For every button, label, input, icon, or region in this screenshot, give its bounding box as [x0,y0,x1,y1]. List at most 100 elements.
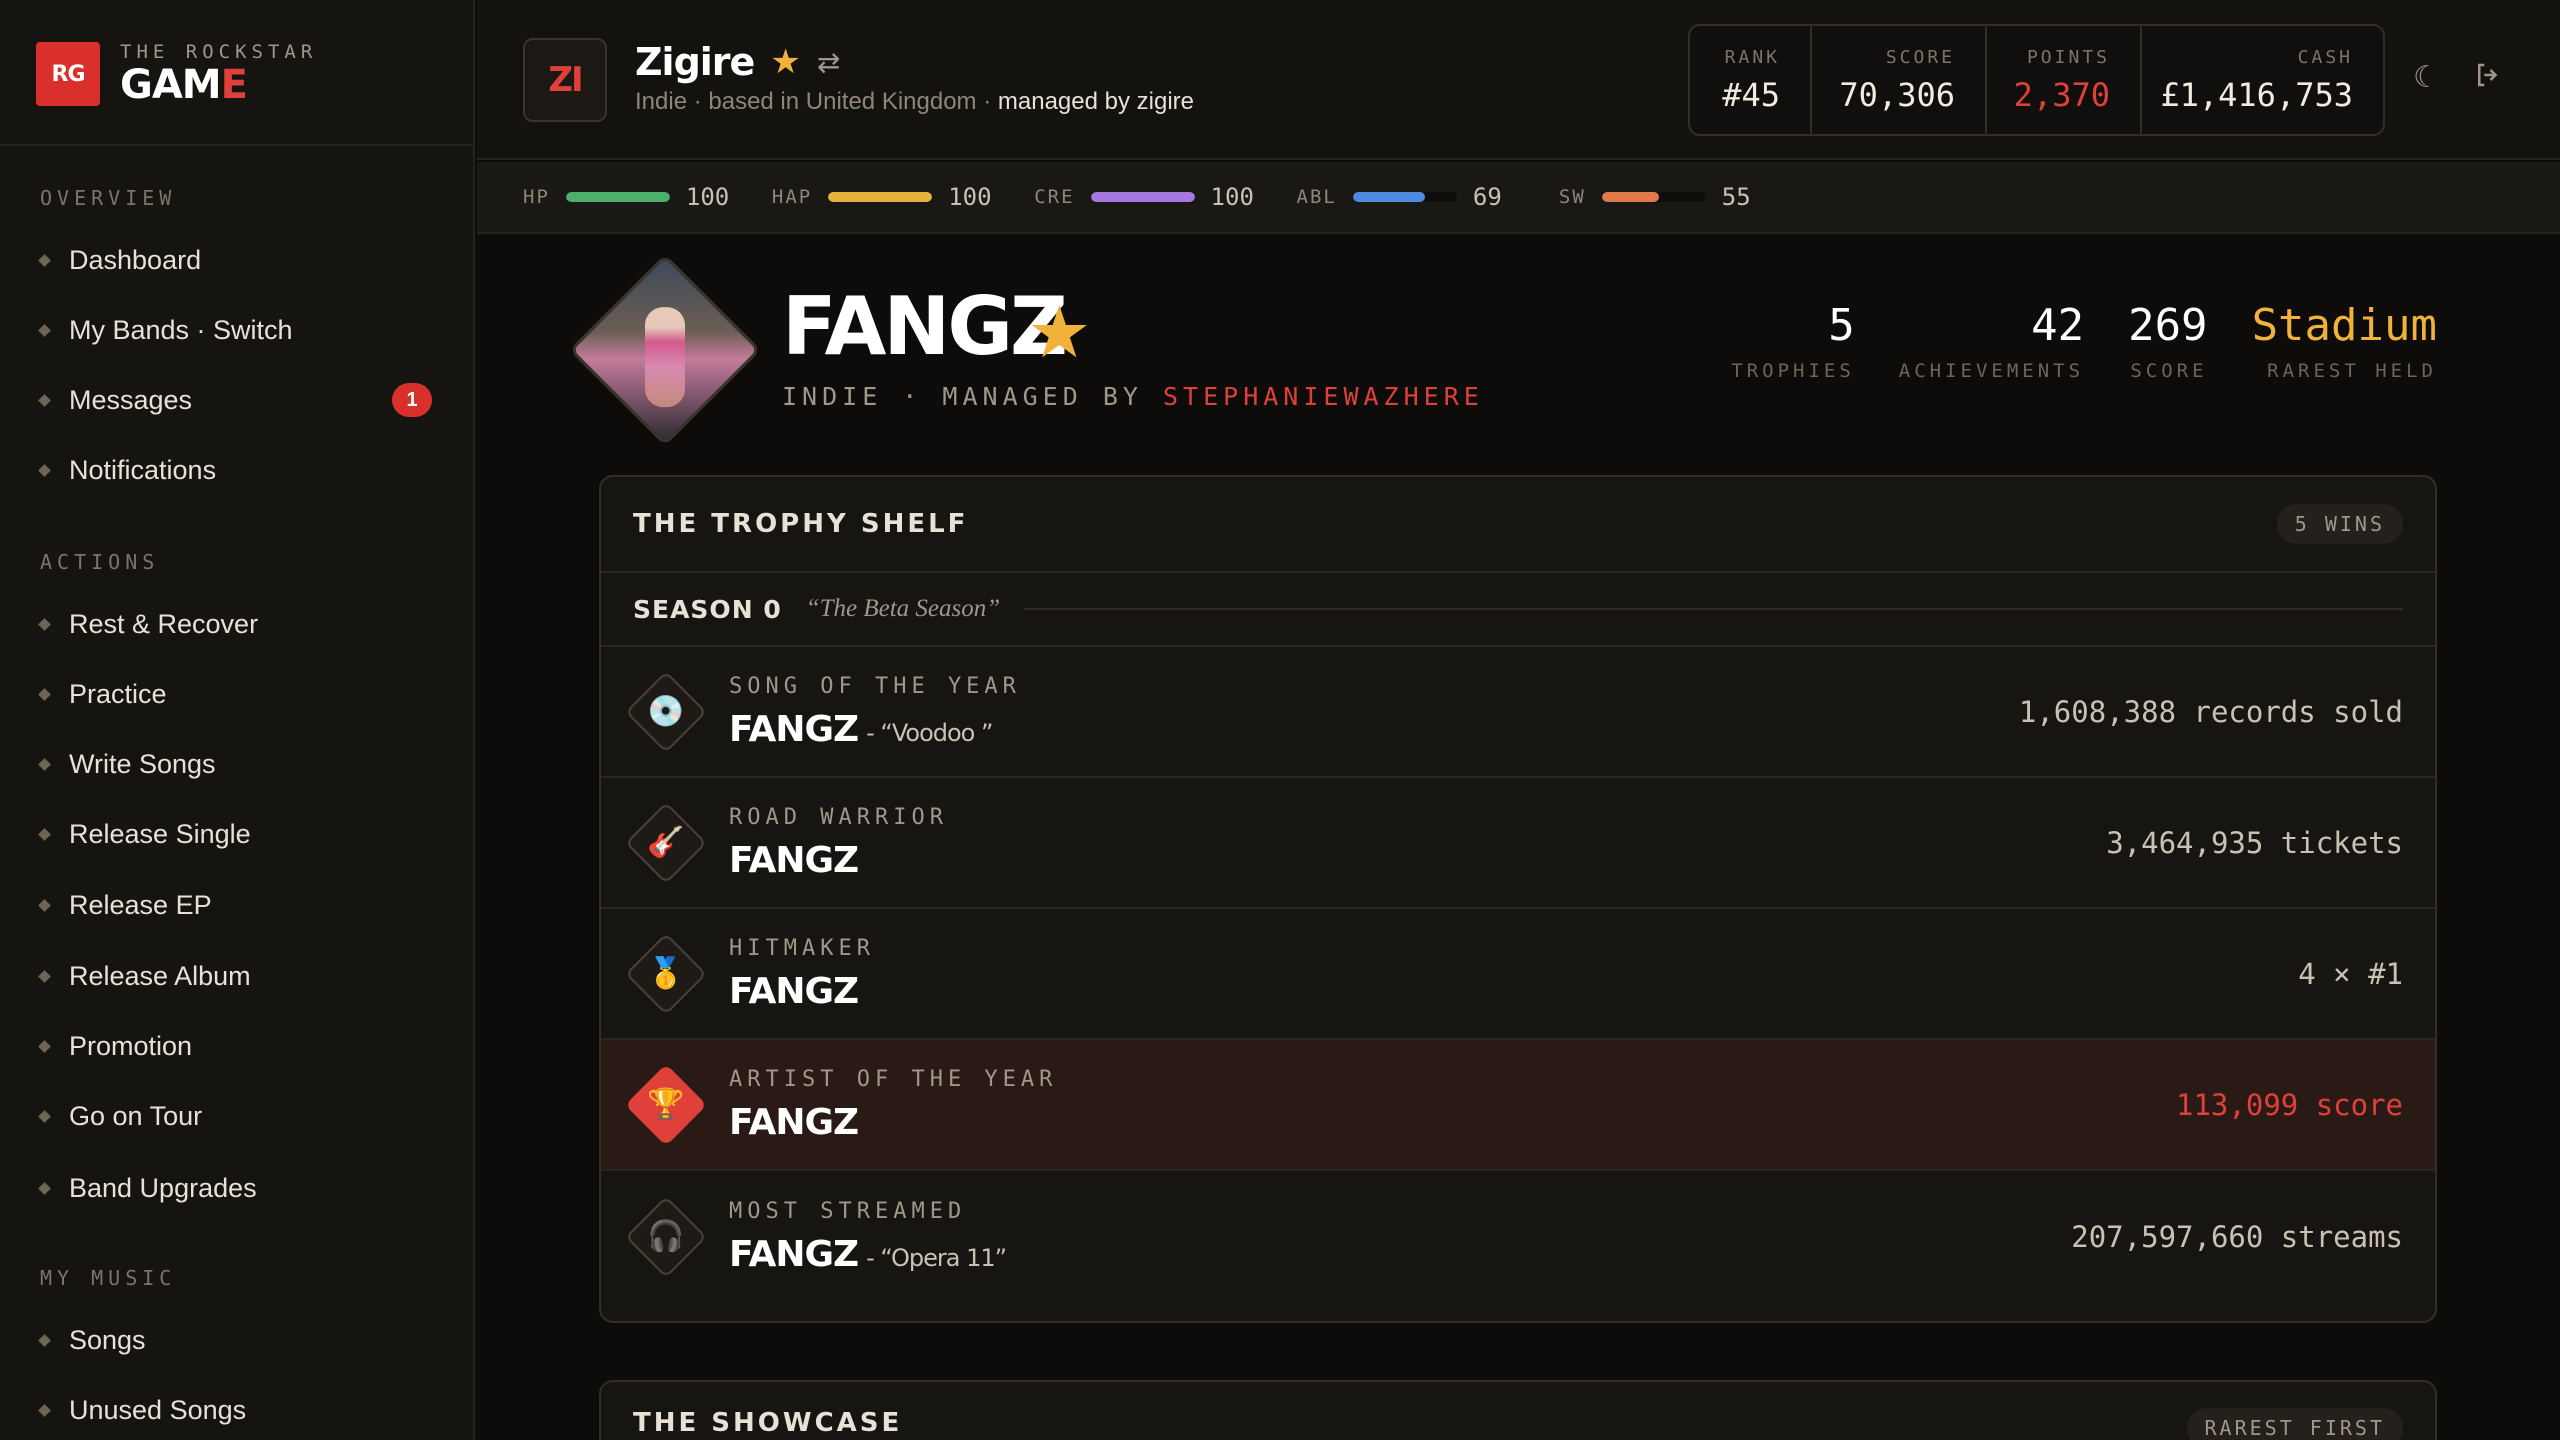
band-subtitle: Indie · based in United Kingdom · manage… [635,88,1194,115]
brand[interactable]: RG THE ROCKSTAR GAME [36,41,318,108]
guitar-icon: 🎸 [624,801,708,884]
switch-icon[interactable]: ⇄ [817,46,840,79]
band-manager: managed by zigire [997,88,1194,115]
bullet-icon [38,393,51,407]
moon-icon[interactable]: ☾ [2413,60,2440,95]
bullet-icon [38,757,51,771]
trophy-category: ROAD WARRIOR [729,804,948,830]
trophy-row[interactable]: 🎧 MOST STREAMED FANGZ - “Opera 11” 207,59… [601,1171,2435,1302]
sidebar-item-release-single[interactable]: Release Single [38,812,440,856]
bullet-icon [38,617,51,631]
sidebar: RG THE ROCKSTAR GAME OVERVIEW Dashboard … [0,0,475,1440]
stat-rank: RANK #45 [1690,26,1812,134]
brand-logo: RG [36,42,100,106]
sidebar-divider [0,144,475,146]
brand-tagline: THE ROCKSTAR [120,41,318,63]
bullet-icon [38,463,51,477]
bullet-icon [38,827,51,841]
bullet-icon [38,1181,51,1195]
trophy-category: HITMAKER [729,935,875,961]
trophy-row[interactable]: 🥇 HITMAKER FANGZ 4 × #1 [601,909,2435,1040]
sidebar-item-rest[interactable]: Rest & Recover [38,602,440,646]
star-icon: ★ [770,43,801,81]
stats-panel: RANK #45 SCORE 70,306 POINTS 2,370 CASH … [1688,24,2385,136]
stat-score: SCORE 70,306 [1812,26,1987,134]
band-avatar[interactable]: ZI [523,38,607,122]
pstat-achievements: 42 ACHIEVEMENTS [1898,300,2085,383]
sidebar-item-go-on-tour[interactable]: Go on Tour [38,1094,440,1138]
sidebar-item-practice[interactable]: Practice [38,672,440,716]
trophy-row[interactable]: 🎸 ROAD WARRIOR FANGZ 3,464,935 tickets [601,778,2435,909]
trophy-work: - “Opera 11” [866,1243,1007,1272]
headphones-icon: 🎧 [624,1195,708,1278]
trophy-stat: 4 × #1 [2298,956,2403,991]
logout-icon[interactable] [2473,60,2503,98]
sidebar-item-my-bands[interactable]: My Bands · Switch [38,308,440,352]
trophy-stat: 207,597,660 streams [2071,1219,2403,1254]
trophy-artist: FANGZ [729,708,859,750]
bullet-icon [38,1109,51,1123]
sidebar-item-songs[interactable]: Songs [38,1318,440,1362]
vital-hap: HAP 100 [771,183,992,211]
sidebar-item-promotion[interactable]: Promotion [38,1024,440,1068]
panel-title: THE SHOWCASE [633,1408,903,1438]
bullet-icon [38,1403,51,1417]
bullet-icon [38,898,51,912]
sidebar-item-write-songs[interactable]: Write Songs [38,742,440,786]
sidebar-item-unused-songs[interactable]: Unused Songs [38,1388,440,1432]
trophy-category: MOST STREAMED [729,1198,967,1224]
section-title-overview: OVERVIEW [40,186,177,210]
vitals-bar: HP 100 HAP 100 CRE 100 ABL 69 SW 55 [477,162,2560,234]
manager-link[interactable]: STEPHANIEWAZHERE [1163,382,1484,411]
artist-photo [568,253,762,447]
bullet-icon [38,323,51,337]
sidebar-item-notifications[interactable]: Notifications [38,448,440,492]
season-header: SEASON 0 “The Beta Season” [601,573,2435,647]
vital-abl: ABL 69 [1296,183,1502,211]
artist-subtitle: INDIE · MANAGED BY STEPHANIEWAZHERE [782,382,1484,411]
sidebar-item-release-ep[interactable]: Release EP [38,883,440,927]
profile-stats: 5 TROPHIES 42 ACHIEVEMENTS 269 SCORE Stadiu… [1731,300,2437,383]
bullet-icon [38,1039,51,1053]
sidebar-item-band-upgrades[interactable]: Band Upgrades [38,1166,440,1210]
section-title-my-music: MY MUSIC [40,1266,177,1290]
star-icon: ★ [1027,293,1092,373]
top-header: ZI Zigire ★ ⇄ Indie · based in United Ki… [477,0,2560,160]
pstat-trophies: 5 TROPHIES [1731,300,1855,383]
trophy-shelf: THE TROPHY SHELF 5 WINS SEASON 0 “The Be… [599,475,2437,1323]
section-title-actions: ACTIONS [40,550,160,574]
sidebar-item-messages[interactable]: Messages 1 [38,378,440,422]
trophy-artist: FANGZ [729,1233,859,1275]
artist-profile: FANGZ ★ INDIE · MANAGED BY STEPHANIEWAZH… [568,253,2437,447]
messages-badge: 1 [392,383,432,417]
sort-chip[interactable]: RAREST FIRST [2186,1408,2403,1440]
trophy-icon: 🏆 [624,1063,708,1146]
trophy-work: - “Voodoo ” [866,718,993,747]
trophy-stat: 113,099 score [2176,1087,2403,1122]
bullet-icon [38,1333,51,1347]
sidebar-item-dashboard[interactable]: Dashboard [38,238,440,282]
vital-sw: SW 55 [1558,183,1751,211]
bullet-icon [38,253,51,267]
wins-chip: 5 WINS [2276,504,2403,544]
artist-name: FANGZ [782,280,1068,373]
disc-icon: 💿 [624,670,708,753]
trophy-category: SONG OF THE YEAR [729,673,1021,699]
bullet-icon [38,969,51,983]
panel-title: THE TROPHY SHELF [633,509,969,539]
sidebar-item-release-album[interactable]: Release Album [38,954,440,998]
stat-points: POINTS 2,370 [1987,26,2142,134]
pstat-rarest: Stadium RAREST HELD [2251,300,2437,383]
band-name: Zigire [635,40,755,84]
brand-title: GAME [120,62,248,108]
trophy-category: ARTIST OF THE YEAR [729,1066,1058,1092]
trophy-stat: 3,464,935 tickets [2106,825,2403,860]
trophy-row[interactable]: 💿 SONG OF THE YEAR FANGZ - “Voodoo ” 1,60… [601,647,2435,778]
stat-cash: CASH £1,416,753 [2160,46,2353,114]
trophy-artist: FANGZ [729,839,859,881]
trophy-artist: FANGZ [729,970,859,1012]
showcase-panel: THE SHOWCASE RAREST FIRST [599,1380,2437,1440]
trophy-row-highlight[interactable]: 🏆 ARTIST OF THE YEAR FANGZ 113,099 score [601,1040,2435,1171]
vital-cre: CRE 100 [1034,183,1254,211]
pstat-score: 269 SCORE [2128,300,2208,383]
